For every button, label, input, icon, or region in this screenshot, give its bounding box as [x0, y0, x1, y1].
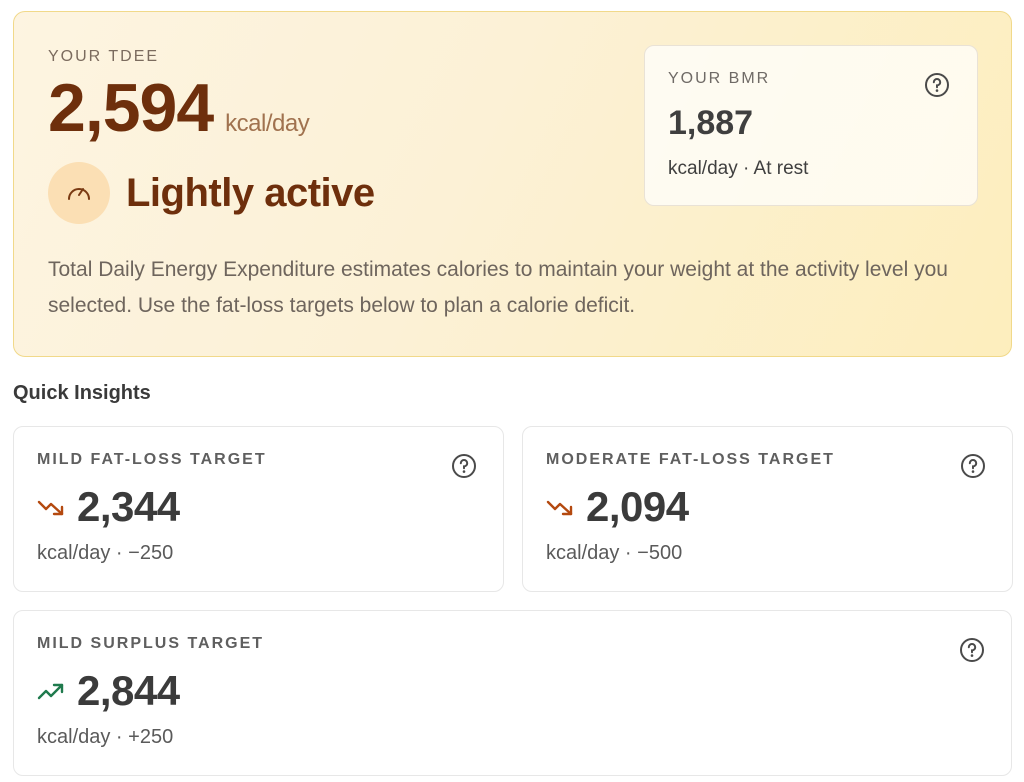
tdee-description: Total Daily Energy Expenditure estimates… — [48, 258, 948, 317]
tdee-panel: YOUR TDEE 2,594 kcal/day Lightly active … — [13, 11, 1012, 357]
activity-label: Lightly active — [126, 170, 375, 215]
card-value: 2,094 — [586, 483, 689, 530]
bmr-card: YOUR BMR 1,887 kcal/day · At rest — [644, 45, 978, 206]
card-value: 2,344 — [77, 483, 180, 530]
card-label: MILD SURPLUS TARGET — [37, 635, 265, 652]
insight-card-mild-surplus: MILD SURPLUS TARGET 2,844 kcal/day · +25… — [13, 610, 1012, 776]
card-value-row: 2,094 — [546, 483, 689, 531]
card-sub: kcal/day · −500 — [546, 542, 683, 564]
insight-card-mild-loss: MILD FAT-LOSS TARGET 2,344 kcal/day · −2… — [13, 426, 504, 592]
help-icon[interactable] — [959, 637, 985, 663]
insight-card-moderate-loss: MODERATE FAT-LOSS TARGET 2,094 kcal/day … — [522, 426, 1013, 592]
help-icon[interactable] — [451, 453, 477, 479]
trending-down-icon — [37, 500, 64, 516]
tdee-value-row: 2,594 kcal/day — [48, 70, 310, 146]
card-value: 2,844 — [77, 667, 180, 714]
card-value-row: 2,344 — [37, 483, 180, 531]
bmr-sub: kcal/day · At rest — [668, 158, 809, 179]
activity-level: Lightly active — [48, 162, 375, 224]
quick-insights-title: Quick Insights — [13, 382, 151, 404]
help-icon[interactable] — [960, 453, 986, 479]
trending-up-icon — [37, 683, 64, 700]
trending-down-icon — [546, 500, 573, 516]
tdee-unit: kcal/day — [225, 110, 310, 137]
card-label: MILD FAT-LOSS TARGET — [37, 451, 267, 468]
card-sub: kcal/day · +250 — [37, 726, 174, 748]
help-icon[interactable] — [924, 72, 950, 98]
bmr-value: 1,887 — [668, 104, 754, 142]
card-value-row: 2,844 — [37, 667, 180, 715]
card-sub: kcal/day · −250 — [37, 542, 174, 564]
bmr-label: YOUR BMR — [668, 70, 771, 87]
gauge-icon — [48, 162, 110, 224]
card-label: MODERATE FAT-LOSS TARGET — [546, 451, 835, 468]
tdee-value: 2,594 — [48, 70, 214, 146]
tdee-label: YOUR TDEE — [48, 48, 160, 65]
